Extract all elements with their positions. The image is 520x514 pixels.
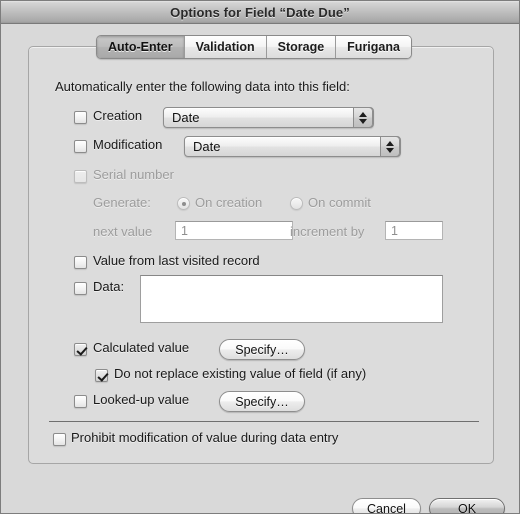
modification-popup-value: Date bbox=[193, 139, 221, 154]
looked-up-value-checkbox[interactable] bbox=[74, 395, 87, 408]
modification-checkbox[interactable] bbox=[74, 140, 87, 153]
increment-by-text: 1 bbox=[391, 224, 398, 238]
prohibit-modification-label: Prohibit modification of value during da… bbox=[71, 430, 339, 445]
increment-by-input[interactable]: 1 bbox=[385, 221, 443, 240]
tab-auto-enter[interactable]: Auto-Enter bbox=[97, 36, 185, 58]
tab-storage[interactable]: Storage bbox=[266, 36, 337, 58]
tab-furigana[interactable]: Furigana bbox=[336, 36, 411, 58]
serial-number-checkbox[interactable] bbox=[74, 170, 87, 183]
next-value-input[interactable]: 1 bbox=[175, 221, 293, 240]
radio-on-commit-label: On commit bbox=[308, 195, 371, 210]
dialog-footer: Cancel OK bbox=[1, 490, 519, 513]
options-dialog-window: Options for Field “Date Due” Auto-Enter … bbox=[0, 0, 520, 514]
title-bar: Options for Field “Date Due” bbox=[1, 1, 519, 24]
creation-checkbox[interactable] bbox=[74, 111, 87, 124]
radio-on-creation-label: On creation bbox=[195, 195, 263, 210]
modification-label: Modification bbox=[93, 137, 163, 152]
modification-popup-menu[interactable]: Date bbox=[184, 136, 401, 157]
next-value-text: 1 bbox=[181, 224, 188, 238]
window-title: Options for Field “Date Due” bbox=[170, 4, 350, 20]
next-value-label: next value bbox=[93, 224, 153, 239]
serial-number-label: Serial number bbox=[93, 167, 174, 182]
increment-by-label: increment by bbox=[290, 224, 365, 239]
value-from-last-visited-checkbox[interactable] bbox=[74, 256, 87, 269]
auto-enter-panel: Automatically enter the following data i… bbox=[28, 46, 494, 464]
prohibit-modification-checkbox[interactable] bbox=[53, 433, 66, 446]
calculated-value-checkbox[interactable] bbox=[74, 343, 87, 356]
section-divider bbox=[49, 421, 479, 422]
looked-up-value-specify-button[interactable]: Specify… bbox=[219, 391, 305, 412]
tab-validation[interactable]: Validation bbox=[184, 36, 267, 58]
radio-on-creation[interactable] bbox=[177, 197, 190, 210]
calculated-value-specify-button[interactable]: Specify… bbox=[219, 339, 305, 360]
data-checkbox[interactable] bbox=[74, 282, 87, 295]
data-textarea[interactable] bbox=[140, 275, 443, 323]
generate-label: Generate: bbox=[93, 195, 151, 210]
creation-popup-stepper-icon[interactable] bbox=[353, 107, 373, 128]
value-from-last-visited-label: Value from last visited record bbox=[93, 253, 260, 268]
creation-label: Creation bbox=[93, 108, 143, 123]
tab-bar: Auto-Enter Validation Storage Furigana bbox=[96, 35, 412, 59]
creation-popup-menu[interactable]: Date bbox=[163, 107, 374, 128]
ok-button[interactable]: OK bbox=[429, 498, 505, 513]
data-label: Data: bbox=[93, 279, 125, 294]
dialog-body: Auto-Enter Validation Storage Furigana A… bbox=[1, 24, 519, 513]
creation-popup-value: Date bbox=[172, 110, 200, 125]
do-not-replace-label: Do not replace existing value of field (… bbox=[114, 366, 367, 381]
do-not-replace-checkbox[interactable] bbox=[95, 369, 108, 382]
radio-on-commit[interactable] bbox=[290, 197, 303, 210]
looked-up-value-label: Looked-up value bbox=[93, 392, 190, 407]
modification-popup-stepper-icon[interactable] bbox=[380, 136, 400, 157]
panel-intro-label: Automatically enter the following data i… bbox=[55, 79, 350, 94]
calculated-value-label: Calculated value bbox=[93, 340, 190, 355]
cancel-button[interactable]: Cancel bbox=[352, 498, 421, 513]
